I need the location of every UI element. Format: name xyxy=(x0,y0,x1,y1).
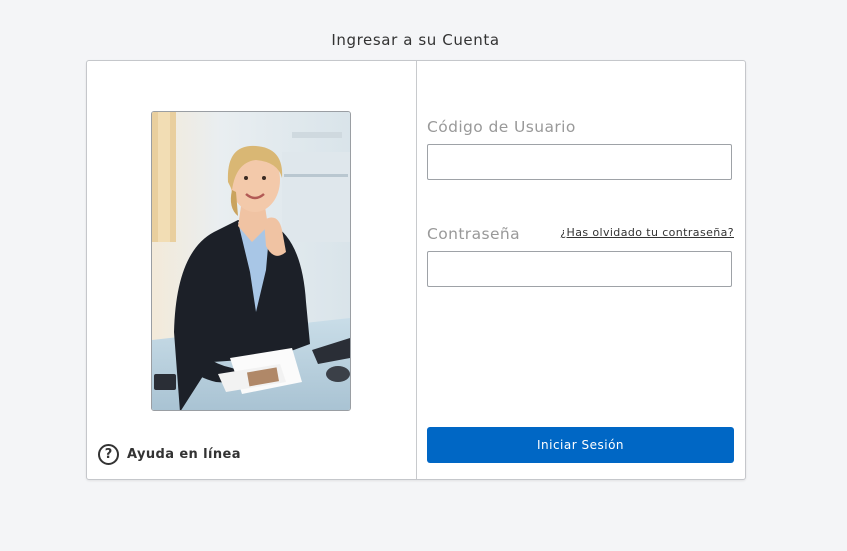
page-title: Ingresar a su Cuenta xyxy=(331,31,500,49)
username-input[interactable] xyxy=(427,144,732,180)
login-card: ? Ayuda en línea Código de Usuario Contr… xyxy=(86,60,746,480)
login-button[interactable]: Iniciar Sesión xyxy=(427,427,734,463)
username-label: Código de Usuario xyxy=(427,118,576,136)
portrait-photo xyxy=(151,111,351,411)
password-label: Contraseña xyxy=(427,225,521,243)
panel-divider xyxy=(416,61,417,479)
password-input[interactable] xyxy=(427,251,732,287)
help-label: Ayuda en línea xyxy=(127,447,241,462)
question-circle-icon: ? xyxy=(98,444,119,465)
online-help-link[interactable]: ? Ayuda en línea xyxy=(98,444,241,465)
forgot-password-link[interactable]: ¿Has olvidado tu contraseña? xyxy=(560,226,734,239)
